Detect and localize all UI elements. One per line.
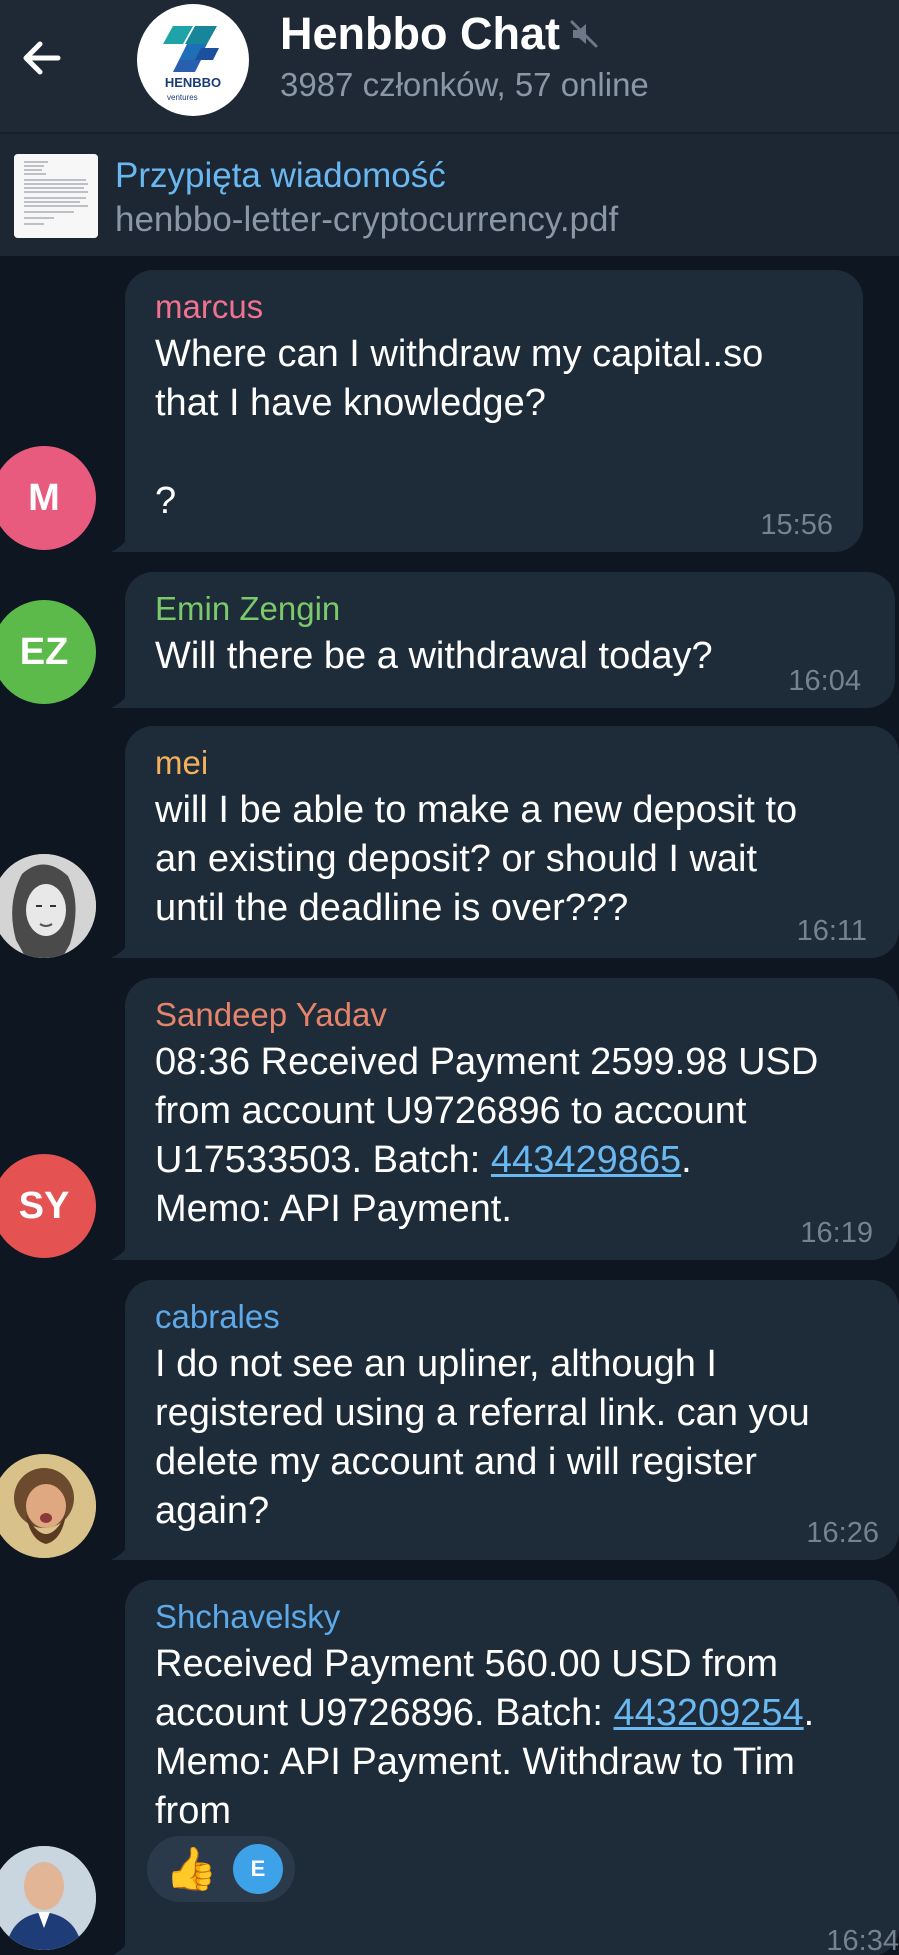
bubble-tail [111, 1536, 135, 1560]
bearded-man-photo-icon [0, 1454, 96, 1558]
group-title[interactable]: Henbbo Chat [280, 8, 560, 60]
bubble-tail [111, 684, 135, 708]
sketch-portrait-icon [0, 854, 96, 958]
man-in-suit-photo-icon [0, 1846, 96, 1950]
message-time: 16:11 [796, 915, 867, 947]
message-bubble[interactable]: Shchavelsky Received Payment 560.00 USD … [113, 1580, 899, 1955]
batch-link[interactable]: 443209254 [613, 1692, 803, 1734]
reaction-avatar: E [233, 1844, 283, 1894]
message-bubble[interactable]: Sandeep Yadav 08:36 Received Payment 259… [111, 978, 899, 1260]
avatar[interactable]: SY [0, 1154, 96, 1258]
chat-header: HENBBO ventures Henbbo Chat 3987 członkó… [0, 0, 899, 132]
sender-name[interactable]: Shchavelsky [155, 1598, 340, 1636]
bubble-tail [111, 934, 135, 958]
arrow-left-icon [23, 41, 61, 75]
back-button[interactable] [14, 30, 70, 86]
message-text: Will there be a withdrawal today? [155, 635, 713, 677]
message-time: 15:56 [760, 509, 833, 541]
message-time: 16:04 [788, 665, 861, 697]
batch-link[interactable]: 443429865 [491, 1139, 681, 1181]
pdf-thumbnail [14, 154, 98, 238]
pinned-file-name: henbbo-letter-cryptocurrency.pdf [115, 200, 619, 239]
avatar-photo[interactable] [0, 854, 96, 958]
message-text: I do not see an upliner, although I regi… [155, 1343, 810, 1532]
svg-text:HENBBO: HENBBO [165, 75, 221, 90]
reaction-chip[interactable]: 👍 E [147, 1836, 295, 1902]
muted-icon [570, 20, 598, 48]
message-list[interactable]: marcus Where can I withdraw my capital..… [0, 258, 899, 1955]
message-bubble[interactable]: cabrales I do not see an upliner, althou… [111, 1280, 899, 1560]
message-text: will I be able to make a new deposit to … [155, 789, 798, 929]
bubble-tail [113, 1932, 135, 1955]
avatar-photo[interactable] [0, 1846, 96, 1950]
sender-name[interactable]: mei [155, 744, 208, 782]
sender-name[interactable]: marcus [155, 288, 263, 326]
thumbs-up-icon: 👍 [165, 1845, 218, 1892]
message-time: 16:34 [826, 1925, 899, 1955]
message-time: 16:26 [806, 1517, 879, 1549]
message-bubble[interactable]: mei will I be able to make a new deposit… [111, 726, 899, 958]
member-count: 3987 członków, 57 online [280, 66, 649, 103]
bubble-tail [111, 528, 135, 552]
message-text: Where can I withdraw my capital..so that… [155, 333, 764, 522]
pinned-title: Przypięta wiadomość [115, 156, 446, 195]
svg-text:ventures: ventures [167, 93, 198, 102]
message-time: 16:19 [800, 1217, 873, 1249]
avatar[interactable]: M [0, 446, 96, 550]
message-text-before: 08:36 Received Payment 2599.98 USD from … [155, 1041, 819, 1181]
bubble-tail [111, 1236, 135, 1260]
avatar[interactable]: EZ [0, 600, 96, 704]
message-bubble[interactable]: marcus Where can I withdraw my capital..… [111, 270, 863, 552]
group-avatar[interactable]: HENBBO ventures [137, 4, 249, 116]
pinned-message-bar[interactable]: Przypięta wiadomość henbbo-letter-crypto… [0, 132, 899, 256]
message-text: 08:36 Received Payment 2599.98 USD from … [155, 1038, 818, 1234]
message-text: Received Payment 560.00 USD from account… [155, 1640, 814, 1836]
avatar-photo[interactable] [0, 1454, 96, 1558]
sender-name[interactable]: cabrales [155, 1298, 280, 1336]
henbbo-logo-icon: HENBBO ventures [163, 26, 221, 102]
message-bubble[interactable]: Emin Zengin Will there be a withdrawal t… [111, 572, 895, 708]
sender-name[interactable]: Emin Zengin [155, 590, 340, 628]
sender-name[interactable]: Sandeep Yadav [155, 996, 387, 1034]
